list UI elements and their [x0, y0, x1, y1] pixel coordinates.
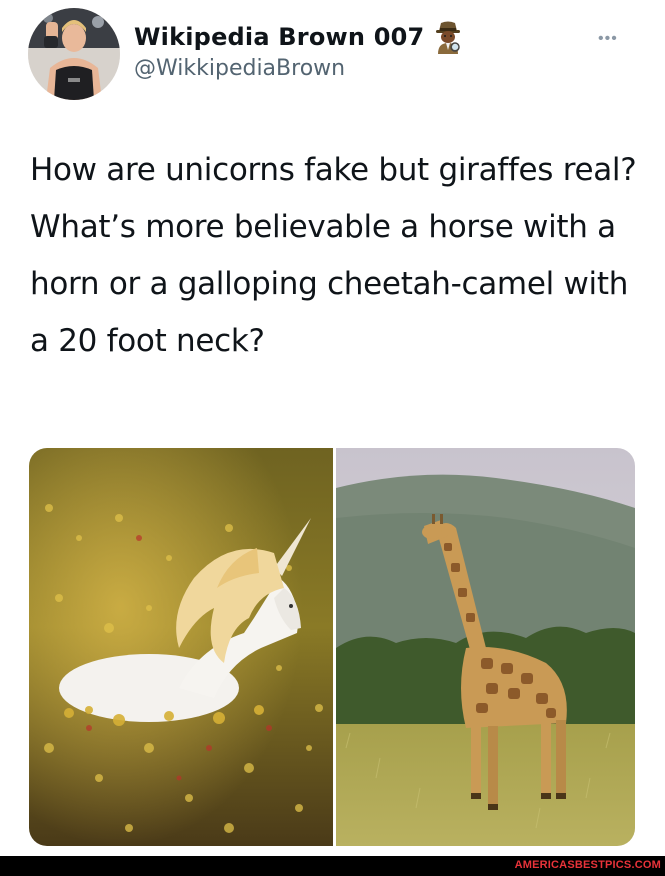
unicorn-photo[interactable] — [29, 448, 333, 846]
watermark-text[interactable]: AMERICASBESTPICS.COM — [515, 859, 661, 871]
tweet-text-line: What’s more believable a horse with a ho… — [30, 209, 629, 359]
avatar-photo — [28, 8, 120, 100]
more-options-icon[interactable]: ••• — [598, 30, 618, 48]
author-name-row: Wikipedia Brown 007 — [134, 20, 462, 54]
tweet-text: How are unicorns fake but giraffes real?… — [30, 142, 640, 370]
tweet-text-line: How are unicorns fake but giraffes real? — [30, 152, 637, 188]
tweet-media[interactable] — [29, 448, 635, 846]
author-display-name[interactable]: Wikipedia Brown 007 — [134, 23, 424, 51]
giraffe-photo[interactable] — [336, 448, 635, 846]
avatar[interactable] — [28, 8, 120, 100]
detective-emoji-icon — [434, 20, 462, 54]
author-handle[interactable]: @WikkipediaBrown — [134, 56, 345, 81]
watermark-bar: AMERICASBESTPICS.COM — [0, 856, 665, 876]
